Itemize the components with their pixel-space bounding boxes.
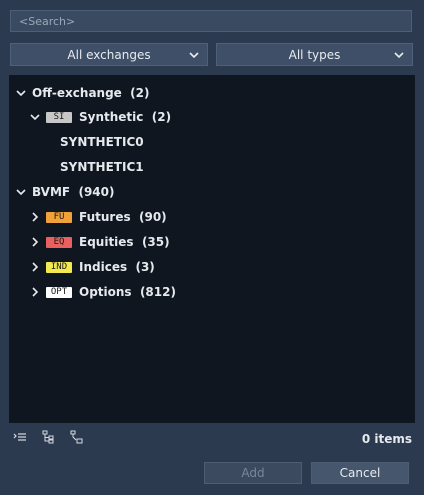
tree-node-bvmf[interactable]: BVMF (940) <box>14 182 114 202</box>
chevron-right-icon[interactable] <box>28 260 42 274</box>
chevron-right-icon[interactable] <box>28 210 42 224</box>
tree-node-label: Off-exchange <box>32 86 122 100</box>
tree-node-count: (940) <box>78 185 115 199</box>
tree-node-count: (812) <box>139 285 176 299</box>
tree-node-label: Futures <box>79 210 131 224</box>
tree-node-synthetic[interactable]: SI Synthetic (2) <box>28 107 171 127</box>
tree-node-indices[interactable]: IND Indices (3) <box>28 257 155 277</box>
chevron-down-icon[interactable] <box>28 110 42 124</box>
tree-node-equities[interactable]: EQ Equities (35) <box>28 232 170 252</box>
tree-leaf-label: SYNTHETIC0 <box>60 135 144 149</box>
tree-node-count: (2) <box>151 110 172 124</box>
tree-leaf-synthetic0[interactable]: SYNTHETIC0 <box>60 132 144 152</box>
chevron-down-icon[interactable] <box>14 185 28 199</box>
type-filter-value: All types <box>288 47 341 62</box>
tree-node-label: Synthetic <box>79 110 144 124</box>
tree-node-label: Indices <box>79 260 128 274</box>
exchange-filter-dropdown[interactable]: All exchanges <box>10 43 208 66</box>
type-badge: EQ <box>46 236 72 248</box>
tree-node-count: (2) <box>130 86 150 100</box>
type-badge: SI <box>46 111 72 123</box>
exchange-filter-value: All exchanges <box>67 47 151 62</box>
type-badge: IND <box>46 261 72 273</box>
chevron-right-icon[interactable] <box>28 285 42 299</box>
chevron-down-icon <box>189 52 199 59</box>
search-input[interactable] <box>10 10 412 32</box>
tree-node-off-exchange[interactable]: Off-exchange (2) <box>14 83 150 103</box>
symbol-tree[interactable]: Off-exchange (2) SI Synthetic (2) SYNTHE… <box>9 75 415 423</box>
tree-leaf-synthetic1[interactable]: SYNTHETIC1 <box>60 157 144 177</box>
type-filter-dropdown[interactable]: All types <box>216 43 413 66</box>
tree-leaf-label: SYNTHETIC1 <box>60 160 144 174</box>
type-badge: OPT <box>46 286 72 298</box>
list-icon[interactable] <box>13 430 27 444</box>
tree-node-label: Equities <box>79 235 134 249</box>
chevron-down-icon[interactable] <box>14 86 28 100</box>
item-count: 0 items <box>361 432 412 446</box>
type-badge: FU <box>46 211 72 223</box>
tree-node-count: (3) <box>135 260 155 274</box>
tree-node-options[interactable]: OPT Options (812) <box>28 282 176 302</box>
add-button[interactable]: Add <box>204 462 302 484</box>
tree-node-label: Options <box>79 285 132 299</box>
tree-node-count: (90) <box>138 210 167 224</box>
tree-collapse-icon[interactable] <box>70 430 84 444</box>
tree-node-futures[interactable]: FU Futures (90) <box>28 207 167 227</box>
tree-node-label: BVMF <box>32 185 71 199</box>
chevron-right-icon[interactable] <box>28 235 42 249</box>
tree-expand-icon[interactable] <box>41 430 55 444</box>
cancel-button[interactable]: Cancel <box>311 462 409 484</box>
tree-node-count: (35) <box>141 235 170 249</box>
chevron-down-icon <box>394 52 404 59</box>
